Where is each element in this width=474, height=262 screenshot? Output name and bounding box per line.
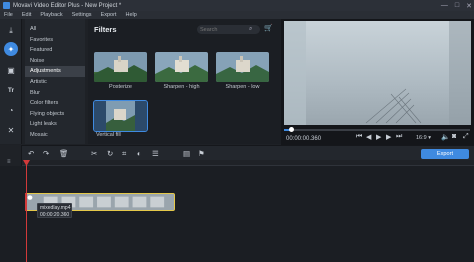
cut-icon[interactable]: ✂ [91, 149, 97, 158]
filters-panel: Filters ⌕ 🛒 Posterize Sharpen - high Sha… [88, 19, 281, 144]
category-featured[interactable]: Featured [25, 45, 85, 56]
category-mosaic[interactable]: Mosaic [25, 130, 85, 141]
snapshot-icon[interactable]: ◙ [452, 133, 456, 140]
preview-scrubber[interactable] [284, 127, 470, 132]
overlay-icon[interactable]: ▤ [183, 149, 190, 158]
clip-time: 00:00:20.360 [40, 211, 70, 218]
filter-label-sharpen-low: Sharpen - low [225, 84, 260, 90]
transitions-icon[interactable]: ▣ [4, 63, 18, 77]
play-icon[interactable]: ▶ [376, 133, 381, 141]
filter-thumb-sharpen-high[interactable] [155, 52, 208, 82]
filter-thumb-vertical-fill[interactable] [93, 100, 148, 132]
timeline-toolbar: ↶ ↷ 🗑 ✂ ↻ ⌗ ◐ ☰ ▤ ⚑ Export [0, 145, 474, 160]
titles-icon[interactable]: Tr [4, 83, 18, 97]
title-bar: Movavi Video Editor Plus - New Project *… [0, 0, 474, 11]
menu-settings[interactable]: Settings [72, 12, 92, 18]
app-logo-icon [3, 2, 10, 9]
tool-strip: ⤓ ✦ ▣ Tr ◔ ✕ [0, 19, 22, 144]
marker-flag-icon[interactable]: ⚑ [198, 149, 205, 158]
filters-icon[interactable]: ✦ [4, 42, 18, 56]
scrubber-handle[interactable] [289, 127, 294, 132]
undo-icon[interactable]: ↶ [28, 149, 34, 158]
player-timecode: 00:00:00.360 [286, 136, 322, 142]
playhead[interactable] [26, 160, 27, 262]
close-button[interactable]: ✕ [466, 2, 472, 10]
menu-file[interactable]: File [4, 12, 13, 18]
clip-filename: mixedlay.mp4 [40, 205, 71, 211]
clip-tooltip: mixedlay.mp4 00:00:20.360 [37, 203, 72, 218]
category-color-filters[interactable]: Color filters [25, 98, 85, 109]
volume-icon[interactable]: 🔈 [441, 133, 450, 141]
menu-export[interactable]: Export [101, 12, 117, 18]
menu-help[interactable]: Help [125, 12, 136, 18]
crop-icon[interactable]: ⌗ [122, 149, 126, 159]
category-flying-objects[interactable]: Flying objects [25, 109, 85, 120]
category-blur[interactable]: Blur [25, 88, 85, 99]
category-light-leaks[interactable]: Light leaks [25, 119, 85, 130]
category-all[interactable]: All [25, 24, 85, 35]
filter-label-posterize: Posterize [109, 84, 132, 90]
maximize-button[interactable]: □ [455, 2, 459, 9]
rotate-icon[interactable]: ↻ [107, 149, 113, 158]
more-tools-icon[interactable]: ✕ [4, 123, 18, 137]
filter-label-sharpen-high: Sharpen - high [163, 84, 200, 90]
stickers-icon[interactable]: ◔ [4, 103, 18, 117]
filter-thumb-posterize[interactable] [94, 52, 147, 82]
menu-playback[interactable]: Playback [40, 12, 62, 18]
import-icon[interactable]: ⤓ [4, 24, 18, 38]
category-noise[interactable]: Noise [25, 56, 85, 67]
skip-back-icon[interactable]: ⏮ [356, 133, 362, 141]
filter-categories-list: All Favorites Featured Noise Adjustments… [25, 19, 85, 144]
category-artistic[interactable]: Artistic [25, 77, 85, 88]
aspect-ratio-select[interactable]: 16:9 ▾ [416, 135, 431, 141]
window-title: Movavi Video Editor Plus - New Project * [13, 2, 122, 9]
filter-thumb-sharpen-low[interactable] [216, 52, 269, 82]
fullscreen-icon[interactable]: ⤢ [463, 133, 469, 141]
menu-bar: File Edit Playback Settings Export Help [0, 11, 474, 19]
export-button[interactable]: Export [421, 149, 469, 159]
step-forward-icon[interactable]: ▶ [386, 133, 391, 141]
properties-icon[interactable]: ☰ [152, 149, 159, 158]
search-icon[interactable]: ⌕ [249, 26, 252, 33]
track-settings-icon[interactable]: ≡ [7, 159, 11, 165]
category-favorites[interactable]: Favorites [25, 35, 85, 46]
video-preview [281, 19, 474, 145]
minimize-button[interactable]: — [441, 2, 448, 9]
search-box: ⌕ [197, 25, 260, 34]
step-back-icon[interactable]: ◀ [366, 133, 371, 141]
delete-icon[interactable]: 🗑 [59, 149, 69, 158]
filter-label-vertical-fill: Vertical fill [96, 132, 121, 138]
category-adjustments[interactable]: Adjustments [25, 66, 85, 77]
redo-icon[interactable]: ↷ [43, 149, 49, 158]
color-adjust-icon[interactable]: ◐ [137, 149, 142, 158]
search-input[interactable] [200, 26, 246, 33]
skip-forward-icon[interactable]: ⏭ [396, 133, 402, 141]
store-cart-icon[interactable]: 🛒 [264, 24, 273, 32]
menu-edit[interactable]: Edit [22, 12, 31, 18]
filters-heading: Filters [94, 25, 117, 34]
